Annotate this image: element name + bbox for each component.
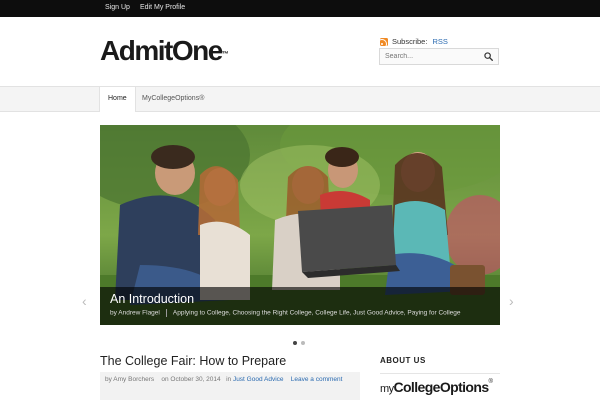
- mco-logo-main: CollegeOptions: [393, 379, 489, 395]
- leave-comment-link[interactable]: Leave a comment: [291, 376, 343, 383]
- search-box: [379, 48, 499, 65]
- search-icon[interactable]: [484, 52, 493, 61]
- slide-author: by Andrew Flagel: [110, 309, 160, 317]
- main-nav: Home MyCollegeOptions®: [0, 86, 600, 112]
- mco-logo-my: my: [380, 383, 394, 395]
- rss-icon[interactable]: [380, 37, 388, 46]
- mco-logo-reg: ®: [488, 379, 493, 385]
- post-date: on October 30, 2014: [161, 376, 221, 383]
- slide-meta: by Andrew Flagel Applying to College, Cho…: [110, 309, 461, 317]
- post-meta: by Amy Borchers on October 30, 2014 in J…: [100, 372, 360, 400]
- about-us-heading: ABOUT US: [380, 356, 426, 365]
- slider-prev-arrow-icon[interactable]: ‹: [82, 294, 87, 308]
- mycollegeoptions-logo[interactable]: myCollegeOptions®: [380, 379, 493, 395]
- slide-title[interactable]: An Introduction: [110, 292, 194, 306]
- subscribe-rss: Subscribe: RSS: [380, 37, 448, 46]
- edit-profile-link[interactable]: Edit My Profile: [140, 4, 185, 11]
- logo-text: AdmitOne: [100, 35, 223, 66]
- slider-next-arrow-icon[interactable]: ›: [509, 294, 514, 308]
- rss-link[interactable]: RSS: [432, 37, 447, 46]
- subscribe-label: Subscribe:: [392, 37, 428, 46]
- post-category-link[interactable]: Just Good Advice: [233, 376, 284, 383]
- divider: [380, 373, 500, 374]
- post-author: by Amy Borchers: [105, 376, 155, 383]
- divider: [165, 309, 167, 317]
- post-title[interactable]: The College Fair: How to Prepare: [100, 354, 286, 368]
- search-input[interactable]: [380, 49, 485, 64]
- top-bar: Sign Up Edit My Profile: [0, 0, 600, 17]
- nav-home[interactable]: Home: [99, 87, 136, 112]
- nav-mycollegeoptions[interactable]: MyCollegeOptions®: [134, 87, 212, 111]
- slider-dot-1[interactable]: [293, 341, 297, 345]
- slider-dot-2[interactable]: [301, 341, 305, 345]
- slider-pagination: [293, 332, 309, 350]
- trademark-symbol: ™: [221, 51, 229, 58]
- slide-caption: An Introduction by Andrew Flagel Applying…: [100, 287, 500, 325]
- sign-up-link[interactable]: Sign Up: [105, 4, 130, 11]
- site-logo[interactable]: AdmitOne™: [100, 36, 229, 66]
- featured-slider[interactable]: An Introduction by Andrew Flagel Applying…: [100, 125, 500, 325]
- post-in-label: in: [226, 376, 232, 383]
- slide-categories[interactable]: Applying to College, Choosing the Right …: [173, 310, 461, 317]
